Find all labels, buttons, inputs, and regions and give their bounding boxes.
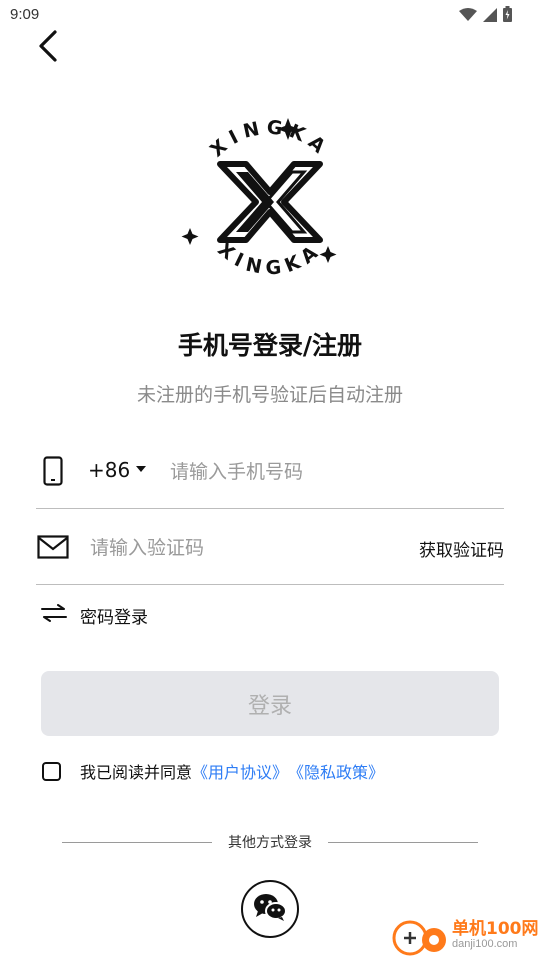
watermark-name: 单机100网: [452, 919, 539, 939]
xingka-logo: XINGKA XINGKA: [178, 110, 362, 294]
battery-icon: [503, 6, 512, 26]
status-bar: 9:09: [0, 0, 540, 32]
agreement-row: 我已阅读并同意 《用户协议》 《隐私政策》: [42, 757, 384, 785]
phone-icon: [36, 454, 70, 488]
other-login-divider: 其他方式登录: [62, 832, 478, 854]
agreement-checkbox[interactable]: [42, 761, 61, 781]
agreement-text: 我已阅读并同意: [80, 763, 193, 782]
phone-input[interactable]: [170, 452, 490, 492]
password-login-toggle[interactable]: 密码登录: [40, 600, 148, 630]
verification-code-input[interactable]: [90, 528, 390, 568]
caret-down-icon[interactable]: [136, 466, 146, 472]
wifi-icon: [459, 7, 477, 26]
page-subtitle: 未注册的手机号验证后自动注册: [136, 384, 403, 406]
status-icons: [459, 6, 512, 26]
watermark-domain: danji100.com: [452, 938, 518, 950]
back-button[interactable]: [28, 28, 68, 68]
privacy-policy-link[interactable]: 《隐私政策》: [288, 759, 384, 783]
password-login-label: 密码登录: [80, 607, 148, 628]
svg-text:XINGKA: XINGKA: [213, 238, 326, 279]
divider-line: [328, 842, 478, 843]
get-code-button[interactable]: 获取验证码: [419, 536, 504, 561]
login-button[interactable]: 登录: [41, 671, 499, 736]
page-title: 手机号登录/注册: [177, 331, 363, 360]
user-agreement-link[interactable]: 《用户协议》: [192, 759, 288, 783]
svg-text:XINGKA: XINGKA: [206, 116, 334, 161]
signal-icon: [483, 7, 497, 26]
phone-row: +86: [36, 434, 504, 509]
site-watermark: 单机100网 danji100.com: [390, 912, 540, 960]
wechat-login-button[interactable]: [241, 880, 299, 938]
back-arrow-icon: [37, 29, 59, 67]
wechat-icon: [252, 892, 288, 926]
status-time: 9:09: [10, 6, 40, 23]
switch-arrows-icon: [40, 604, 68, 626]
code-row: 获取验证码: [36, 510, 504, 585]
country-code-selector[interactable]: +86: [88, 458, 130, 482]
mail-icon: [36, 530, 70, 564]
